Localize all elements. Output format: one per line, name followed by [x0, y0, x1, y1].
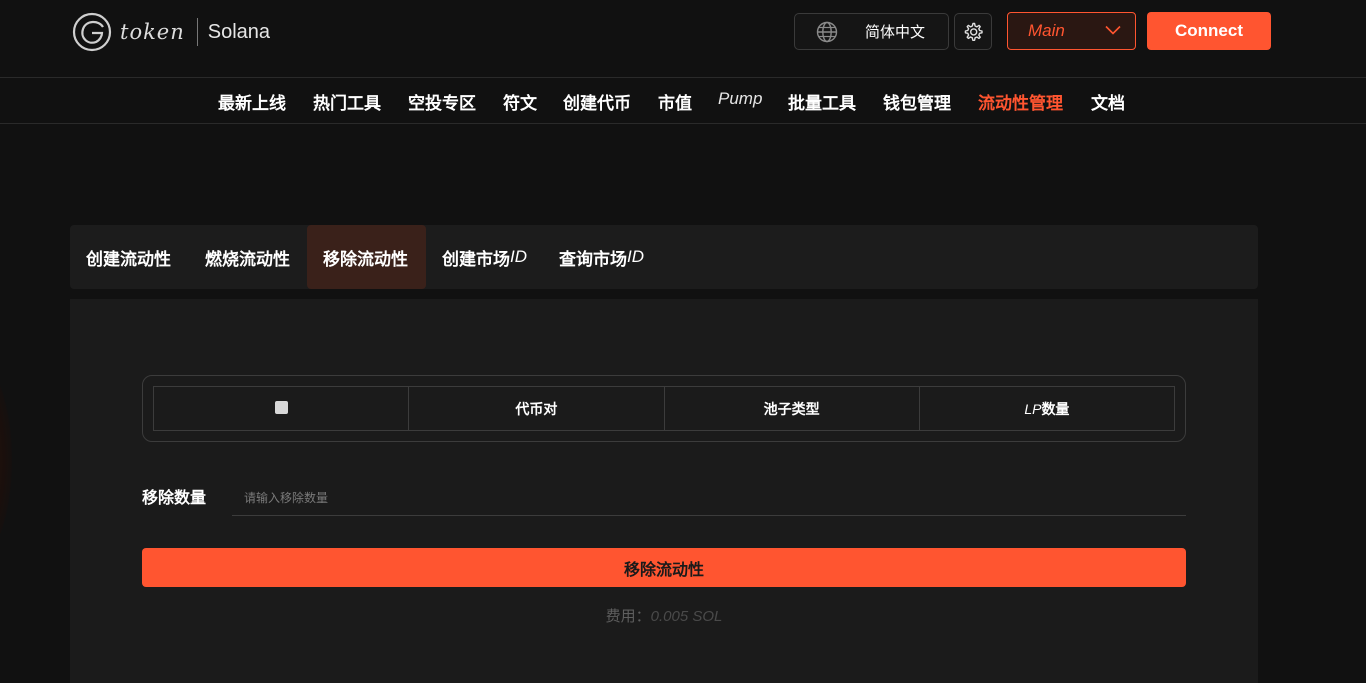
language-button[interactable]: 简体中文	[794, 13, 949, 50]
column-header-pool-type: 池子类型	[663, 387, 919, 430]
nav-item-liquidity[interactable]: 流动性管理	[978, 89, 1063, 114]
network-select[interactable]: Main	[1007, 12, 1136, 50]
language-label: 简体中文	[865, 23, 926, 41]
remove-liquidity-button[interactable]: 移除流动性	[142, 548, 1186, 587]
column-header-lp-amount: LP 数量	[918, 387, 1174, 430]
nav-item-runes[interactable]: 符文	[503, 89, 537, 114]
nav-item-airdrop[interactable]: 空投专区	[408, 89, 476, 114]
gear-icon	[964, 22, 983, 41]
nav-item-pump[interactable]: Pump	[718, 89, 762, 109]
tab-label-suffix: ID	[510, 247, 527, 266]
amount-label: 移除数量	[142, 488, 207, 507]
column-header-prefix: LP	[1024, 400, 1042, 417]
network-label: Main	[1028, 21, 1065, 40]
fee-label: 费用：	[605, 607, 651, 625]
tab-remove-liquidity[interactable]: 移除流动性	[307, 225, 426, 289]
tab-create-market-id[interactable]: 创建市场 ID	[442, 225, 542, 289]
nav-item-create-token[interactable]: 创建代币	[563, 89, 631, 114]
select-all-checkbox[interactable]	[274, 400, 288, 414]
nav-item-hot-tools[interactable]: 热门工具	[313, 89, 381, 114]
nav-item-wallet[interactable]: 钱包管理	[883, 89, 951, 114]
globe-icon	[816, 21, 838, 42]
tab-query-market-id[interactable]: 查询市场 ID	[559, 225, 659, 289]
tab-label: 移除流动性	[323, 249, 408, 270]
tab-label: 查询市场	[559, 249, 627, 270]
tab-create-liquidity[interactable]: 创建流动性	[70, 225, 188, 289]
select-all-cell	[154, 387, 408, 430]
nav-item-market-cap[interactable]: 市值	[658, 89, 692, 114]
column-header-label: 数量	[1041, 401, 1070, 418]
liquidity-tabs: 创建流动性 燃烧流动性 移除流动性 创建市场 ID 查询市场 ID	[70, 225, 1258, 289]
tab-label: 创建流动性	[86, 249, 171, 270]
table-header: 代币对 池子类型 LP 数量	[153, 386, 1175, 431]
logo-divider	[196, 18, 198, 46]
settings-button[interactable]	[954, 13, 992, 50]
logo-icon	[72, 12, 112, 52]
tab-label: 燃烧流动性	[205, 249, 290, 270]
connect-button[interactable]: Connect	[1147, 12, 1271, 50]
fee-info: 费用：0.005 SOL	[70, 605, 1258, 626]
column-header-pair: 代币对	[408, 387, 663, 430]
logo-text: token	[120, 20, 185, 44]
background-glow	[0, 360, 12, 560]
main-nav: 最新上线 热门工具 空投专区 符文 创建代币 市值 Pump 批量工具 钱包管理…	[0, 79, 1366, 124]
chevron-down-icon	[1105, 25, 1121, 35]
top-header: token Solana 简体中文 Main Connect	[0, 0, 1366, 78]
tab-burn-liquidity[interactable]: 燃烧流动性	[188, 225, 307, 289]
remove-liquidity-panel: 代币对 池子类型 LP数量 移除数量 移除流动性 费用：0.005 SOL	[70, 299, 1258, 683]
amount-input[interactable]	[232, 481, 1186, 516]
logo[interactable]: token Solana	[72, 11, 270, 53]
nav-item-batch-tools[interactable]: 批量工具	[788, 89, 856, 114]
fee-value: 0.005 SOL	[650, 608, 723, 625]
tab-label: 创建市场	[442, 249, 510, 270]
nav-item-docs[interactable]: 文档	[1091, 89, 1125, 114]
nav-item-latest[interactable]: 最新上线	[218, 89, 286, 114]
lp-table: 代币对 池子类型 LP 数量	[142, 375, 1186, 442]
chain-name: Solana	[207, 20, 271, 43]
tab-label-suffix: ID	[627, 247, 644, 266]
